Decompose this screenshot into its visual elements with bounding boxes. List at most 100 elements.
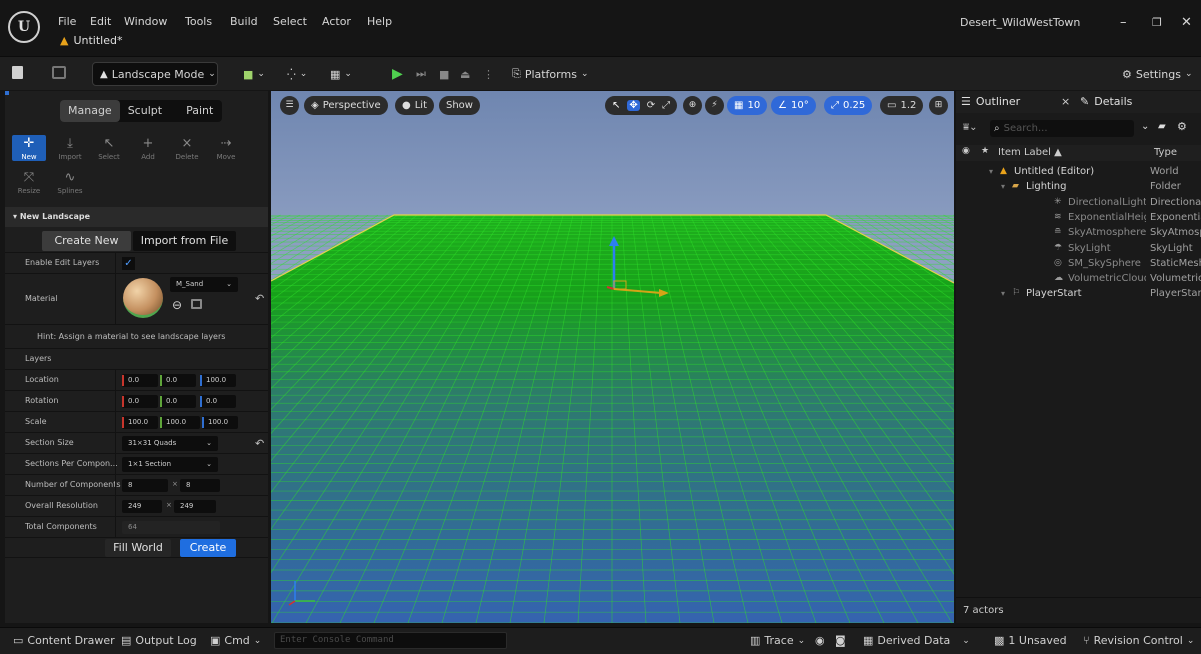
close-icon[interactable]: ✕ [1181, 15, 1192, 30]
create-new-button[interactable]: Create New [42, 231, 131, 251]
platforms-button[interactable]: ⎘ Platforms ⌄ [512, 63, 588, 85]
rotation-y-field[interactable]: 0.0 [160, 395, 196, 408]
menu-help[interactable]: Help [367, 15, 392, 28]
details-tab[interactable]: ✎ Details [1080, 95, 1132, 108]
level-viewport[interactable]: ☰ ◈ Perspective ● Lit Show ↖ ✥ ⟳ ⤢ ⊕ ⚡ ▦ 10… [271, 91, 954, 623]
rotation-z-field[interactable]: 0.0 [200, 395, 236, 408]
revision-control-button[interactable]: ⑂ Revision Control ⌄ [1083, 634, 1194, 647]
rotation-snap-button[interactable]: ∠ 10° [771, 96, 816, 115]
scale-x-field[interactable]: 100.0 [122, 416, 158, 429]
menu-build[interactable]: Build [230, 15, 258, 28]
unreal-logo-icon[interactable]: U [8, 11, 40, 43]
material-thumbnail[interactable] [123, 278, 163, 318]
search-input[interactable]: ⌕ Search... [990, 120, 1134, 137]
item-label-column[interactable]: Item Label ▲ [998, 147, 1062, 158]
enable-edit-layers-checkbox[interactable]: ✓ [122, 257, 135, 270]
world-space-icon[interactable]: ⊕ [683, 96, 702, 115]
menu-edit[interactable]: Edit [90, 15, 111, 28]
use-selected-asset-icon[interactable]: ⊖ [172, 298, 182, 312]
perspective-button[interactable]: ◈ Perspective [304, 96, 388, 115]
fill-world-button[interactable]: Fill World [105, 539, 171, 557]
step-icon[interactable]: ⏭ [416, 63, 426, 85]
outliner-row[interactable]: ◎ SM_SkySphere StaticMesh [956, 256, 1201, 271]
menu-window[interactable]: Window [124, 15, 167, 28]
outliner-tab[interactable]: ☰ Outliner [961, 95, 1020, 108]
menu-tools[interactable]: Tools [185, 15, 212, 28]
viewport-layout-icon[interactable]: ⊞ [929, 96, 948, 115]
scale-z-field[interactable]: 100.0 [202, 416, 238, 429]
surface-snap-icon[interactable]: ⚡ [705, 96, 724, 115]
viewport-scene[interactable] [271, 91, 954, 623]
add-actor-button[interactable]: ■ ⌄ [243, 63, 265, 85]
expand-arrow-icon[interactable]: ▾ [989, 164, 993, 179]
derived-data-button[interactable]: ▦ Derived Data ⌄ [863, 634, 970, 647]
outliner-row[interactable]: ▾ ▰ Lighting Folder [956, 179, 1201, 194]
section-size-dropdown[interactable]: 31×31 Quads ⌄ [122, 436, 218, 451]
chevron-down-icon[interactable]: ⌄ [1141, 121, 1149, 132]
tool-delete[interactable]: × Delete [170, 135, 204, 161]
stop-icon[interactable]: ■ [439, 63, 449, 85]
type-column[interactable]: Type [1154, 147, 1177, 158]
show-button[interactable]: Show [439, 96, 480, 115]
components-x-field[interactable]: 8 [122, 479, 168, 492]
close-tab-icon[interactable]: × [1061, 95, 1070, 108]
tool-import[interactable]: ⤓ Import [53, 135, 87, 161]
outliner-row[interactable]: ☁ VolumetricCloud Volumetric [956, 271, 1201, 286]
rotate-icon[interactable]: ⟳ [647, 100, 655, 111]
outliner-row[interactable]: ▾ ⚐ PlayerStart PlayerStart [956, 286, 1201, 301]
save-icon[interactable] [12, 66, 23, 79]
tool-add[interactable]: + Add [131, 135, 165, 161]
eject-icon[interactable]: ⏏ [460, 63, 470, 85]
record-icon[interactable]: ◉ [815, 634, 825, 647]
browse-asset-icon[interactable] [191, 299, 202, 309]
play-options-icon[interactable]: ⋮ [483, 63, 494, 85]
tool-resize[interactable]: ⤧ Resize [12, 169, 46, 195]
camera-speed-button[interactable]: ▭ 1.2 [880, 96, 924, 115]
restore-icon[interactable]: ❐ [1152, 16, 1162, 29]
tab-sculpt[interactable]: Sculpt [120, 100, 170, 122]
sections-per-component-dropdown[interactable]: 1×1 Section ⌄ [122, 457, 218, 472]
tool-splines[interactable]: ∿ Splines [53, 169, 87, 195]
resolution-x-field[interactable]: 249 [122, 500, 162, 513]
filter-icon[interactable]: ⩸⌄ [963, 122, 977, 133]
tool-move[interactable]: ⇢ Move [209, 135, 243, 161]
content-browser-icon[interactable] [52, 66, 66, 79]
viewport-menu-icon[interactable]: ☰ [280, 96, 299, 115]
select-mode-icon[interactable]: ↖ [612, 100, 620, 111]
menu-actor[interactable]: Actor [322, 15, 351, 28]
tool-new[interactable]: ✛ New [12, 135, 46, 161]
tab-paint[interactable]: Paint [178, 100, 221, 122]
reset-to-default-icon[interactable]: ↶ [255, 292, 264, 305]
outliner-row[interactable]: ▾ ▲ Untitled (Editor) World [956, 164, 1201, 179]
outliner-row[interactable]: ☂ SkyLight SkyLight [956, 241, 1201, 256]
scale-snap-button[interactable]: ⤢ 0.25 [824, 96, 873, 115]
settings-button[interactable]: ⚙ Settings ⌄ [1122, 63, 1193, 85]
blueprint-button[interactable]: ⁛ ⌄ [287, 63, 307, 85]
cinematics-button[interactable]: ▦ ⌄ [330, 63, 352, 85]
cmd-button[interactable]: ▣ Cmd ⌄ [210, 634, 261, 647]
new-landscape-header[interactable]: ▾ New Landscape [5, 207, 268, 227]
lit-button[interactable]: ● Lit [395, 96, 435, 115]
eye-icon[interactable]: ◉ [962, 146, 970, 156]
rotation-x-field[interactable]: 0.0 [122, 395, 158, 408]
outliner-row[interactable]: ≋ ExponentialHeightF Exponentia [956, 210, 1201, 225]
minimize-icon[interactable]: – [1120, 15, 1127, 30]
mode-selector[interactable]: ▲ Landscape Mode ⌄ [92, 62, 218, 86]
reset-to-default-icon[interactable]: ↶ [255, 437, 264, 450]
outliner-row[interactable]: ≘ SkyAtmosphere SkyAtmosp [956, 225, 1201, 240]
expand-arrow-icon[interactable]: ▾ [1001, 286, 1005, 301]
location-y-field[interactable]: 0.0 [160, 374, 196, 387]
material-picker[interactable]: M_Sand ⌄ [170, 277, 238, 292]
unsaved-button[interactable]: ▩ 1 Unsaved [994, 634, 1067, 647]
console-input[interactable]: Enter Console Command [274, 632, 507, 649]
menu-file[interactable]: File [58, 15, 76, 28]
output-log-button[interactable]: ▤ Output Log [121, 634, 197, 647]
star-icon[interactable]: ★ [981, 146, 989, 156]
scale-icon[interactable]: ⤢ [662, 100, 670, 111]
resolution-y-field[interactable]: 249 [174, 500, 216, 513]
expand-arrow-icon[interactable]: ▾ [1001, 179, 1005, 194]
menu-select[interactable]: Select [273, 15, 307, 28]
scale-y-field[interactable]: 100.0 [160, 416, 200, 429]
create-button[interactable]: Create [180, 539, 236, 557]
new-folder-icon[interactable]: ▰ [1158, 121, 1166, 132]
